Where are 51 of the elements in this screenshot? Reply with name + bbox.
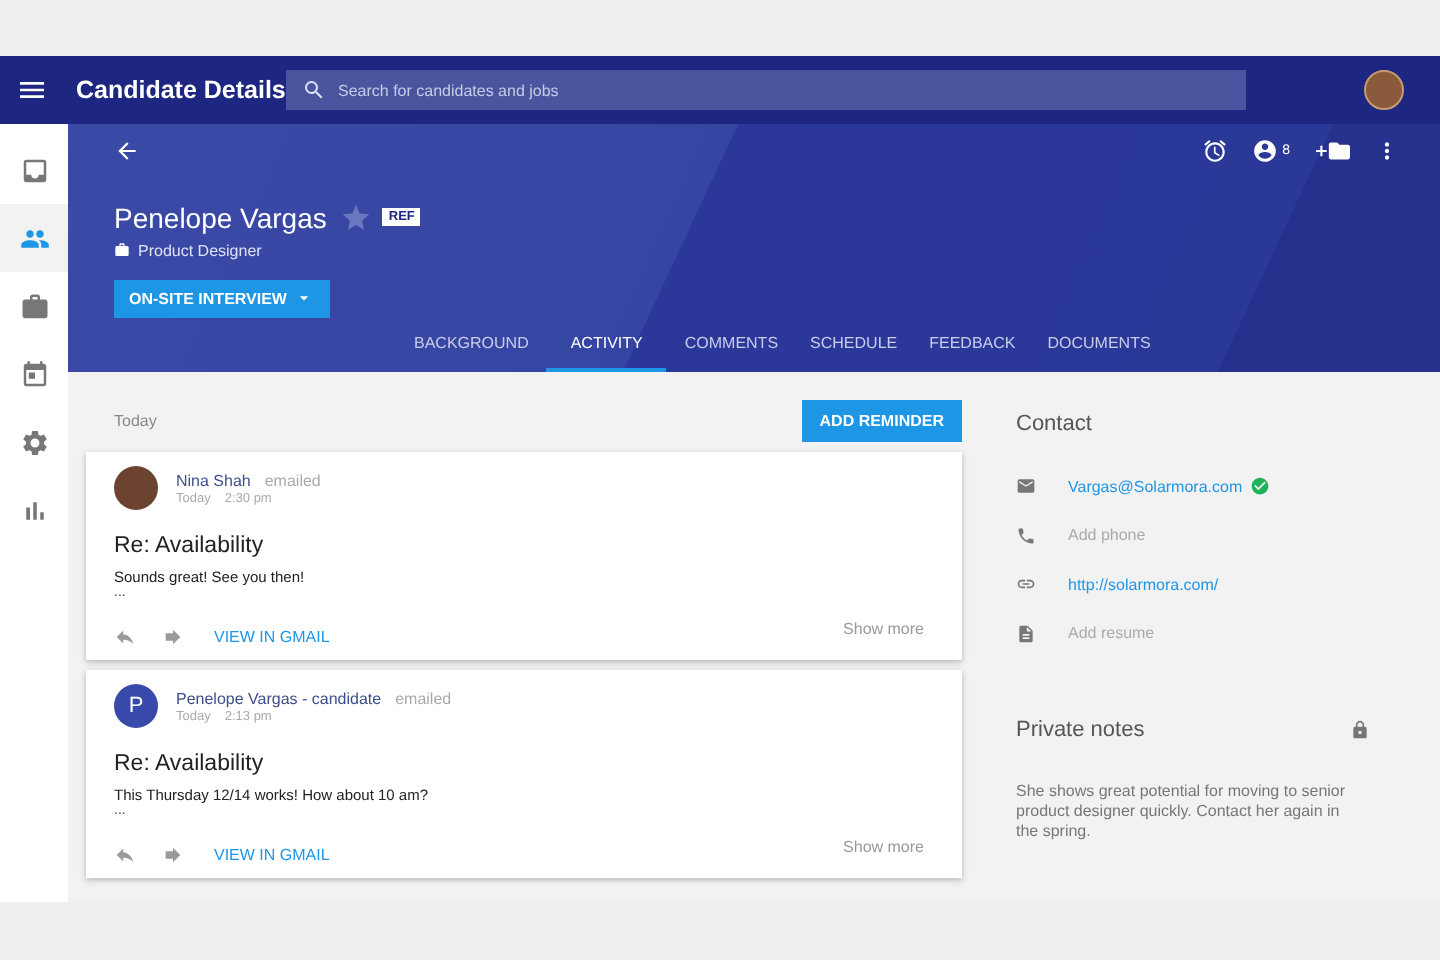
email-subject: Re: Availability (114, 752, 266, 776)
show-more-link[interactable]: Show more (843, 837, 924, 855)
show-more-link[interactable]: Show more (843, 619, 924, 637)
settings-icon (19, 427, 49, 457)
tab[interactable]: SCHEDULE (796, 318, 912, 372)
view-in-gmail-link[interactable]: VIEW IN GMAIL (214, 627, 330, 645)
add-field-link[interactable]: Add phone (1068, 526, 1146, 544)
forward-icon[interactable] (162, 843, 184, 865)
tab[interactable]: DOCUMENTS (1033, 318, 1165, 372)
activity-label: emailed (395, 689, 452, 707)
link-icon (1016, 574, 1036, 594)
reply-icon[interactable] (114, 843, 136, 865)
contact-link[interactable]: http://solarmora.com/ (1068, 575, 1219, 593)
avatar[interactable] (1364, 70, 1404, 110)
envelope-icon (1016, 476, 1036, 496)
reply-icon[interactable] (114, 625, 136, 647)
avatar (114, 466, 158, 510)
email-subject: Re: Availability (114, 534, 266, 558)
date-label: Today (114, 411, 157, 429)
sender-name[interactable]: Penelope Vargas - candidate (176, 689, 382, 707)
contact-link[interactable]: Vargas@Solarmora.com (1068, 477, 1243, 495)
stage-dropdown-button[interactable]: ON-SITE INTERVIEW (114, 279, 330, 319)
search-field[interactable]: Search for candidates and jobs (286, 70, 1246, 110)
add-field-link[interactable]: Add resume (1068, 624, 1155, 642)
briefcase-icon (19, 291, 49, 321)
star-icon[interactable] (340, 201, 373, 234)
document-icon (1016, 623, 1036, 643)
sender-name[interactable]: Nina Shah (176, 471, 251, 489)
section-title: Contact (1016, 412, 1094, 436)
sidebar-item[interactable] (0, 204, 68, 272)
tab[interactable]: COMMENTS (670, 318, 793, 372)
candidate-name: Penelope Vargas (114, 201, 327, 234)
alarm-clock-icon[interactable] (1202, 138, 1229, 165)
add-folder-icon[interactable] (1314, 138, 1350, 165)
briefcase-icon (114, 242, 130, 259)
phone-icon (1016, 525, 1036, 545)
job-title: Product Designer (138, 241, 262, 260)
calendar-icon (19, 359, 49, 389)
notes-text: She shows great potential for moving to senior product designer quickly. Contact her again in the spring. (1016, 781, 1346, 841)
app-title: Candidate Details (76, 76, 286, 104)
avatar: P (114, 684, 158, 728)
add-reminder-button[interactable]: ADD REMINDER (801, 399, 962, 441)
view-in-gmail-link[interactable]: VIEW IN GMAIL (214, 845, 330, 863)
back-arrow-icon[interactable] (114, 138, 140, 165)
activity-label: emailed (264, 471, 321, 489)
search-icon (302, 78, 326, 102)
tab[interactable]: FEEDBACK (915, 318, 1030, 372)
section-title: Private notes (1016, 717, 1145, 741)
tab[interactable]: BACKGROUND (400, 318, 543, 372)
inbox-icon (19, 155, 49, 185)
forward-icon[interactable] (162, 625, 184, 647)
